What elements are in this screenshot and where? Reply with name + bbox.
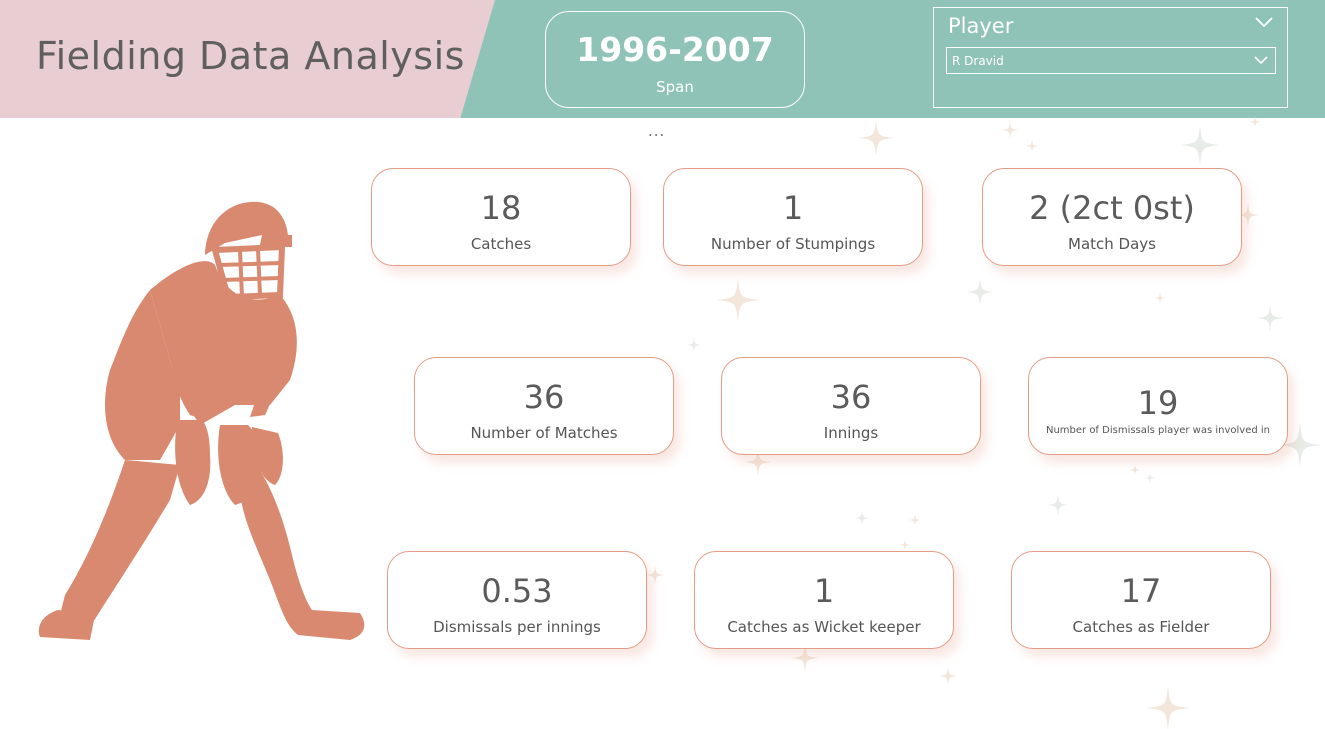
card-value: 36 [830,378,872,416]
card-label: Catches [470,235,532,253]
card-label: Match Days [1068,235,1156,253]
player-dropdown[interactable]: R Dravid [946,47,1276,74]
stat-card-catches: 18 Catches [371,168,631,266]
stat-card-dismissals-per-innings: 0.53 Dismissals per innings [387,551,647,649]
card-value: 36 [523,378,565,416]
span-value: 1996-2007 [576,30,774,69]
slicer-title: Player [948,14,1014,38]
card-value: 19 [1137,384,1179,422]
stat-card-match-days: 2 (2ct 0st) Match Days [982,168,1242,266]
stat-card-stumpings: 1 Number of Stumpings [663,168,923,266]
card-label: Innings [823,424,879,442]
card-value: 17 [1120,572,1162,610]
stat-card-catches-wicketkeeper: 1 Catches as Wicket keeper [694,551,954,649]
card-label: Catches as Wicket keeper [727,618,921,636]
span-label: Span [656,78,694,96]
card-value: 1 [813,572,835,610]
card-label: Dismissals per innings [433,618,601,636]
card-label: Catches as Fielder [1072,618,1210,636]
stat-card-dismissals-involved: 19 Number of Dismissals player was invol… [1028,357,1288,455]
stat-card-catches-fielder: 17 Catches as Fielder [1011,551,1271,649]
player-dropdown-value: R Dravid [952,54,1004,68]
wicket-keeper-silhouette-icon [38,201,365,640]
player-slicer: Player R Dravid [933,7,1288,108]
more-options-icon[interactable]: ... [648,122,665,140]
card-label: Number of Dismissals player was involved… [1045,425,1271,436]
card-value: 18 [480,189,522,227]
page-title: Fielding Data Analysis [36,34,465,78]
chevron-down-icon[interactable] [1253,14,1275,30]
stat-card-matches: 36 Number of Matches [414,357,674,455]
span-card: 1996-2007 Span [545,11,805,108]
card-label: Number of Matches [470,424,618,442]
stat-card-innings: 36 Innings [721,357,981,455]
card-value: 1 [782,189,804,227]
chevron-down-icon [1254,56,1268,65]
card-value: 0.53 [481,572,553,610]
card-value: 2 (2ct 0st) [1029,189,1195,227]
card-label: Number of Stumpings [710,235,876,253]
